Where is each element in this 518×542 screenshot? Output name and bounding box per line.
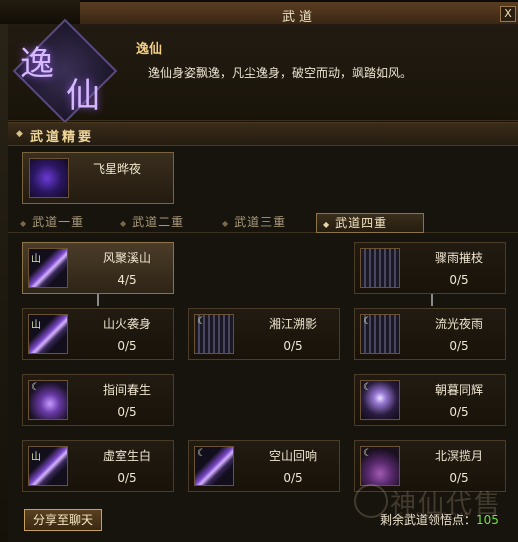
close-button[interactable]: X <box>500 6 516 22</box>
tier-tabs: ◆ 武道一重 ◆ 武道二重 ◆ 武道三重 ◆ 武道四重 <box>8 212 518 233</box>
diamond-icon: ◆ <box>16 129 23 139</box>
skill-tree: 山 风聚溪山 4/5 骤雨摧枝 0/5 山 山火袭身 0/5 ☾ 湘江溯影 0/… <box>8 234 518 504</box>
skill-node[interactable]: 山 山火袭身 0/5 <box>22 308 174 360</box>
section-header: ◆ 武道精要 <box>8 122 518 146</box>
tab-tier-4[interactable]: ◆ 武道四重 <box>316 213 424 233</box>
wave-icon: ☾ <box>194 314 234 354</box>
skill-header: 逸 仙 逸仙 逸仙身姿飘逸，凡尘逸身，破空而动，飒踏如风。 <box>8 18 518 124</box>
node-progress: 0/5 <box>449 273 469 287</box>
diamond-icon: ◆ <box>222 219 230 228</box>
skill-node[interactable]: ☾ 指间春生 0/5 <box>22 374 174 426</box>
node-progress: 0/5 <box>117 339 137 353</box>
node-name: 风聚溪山 <box>102 251 151 265</box>
section-title: 武道精要 <box>30 130 95 145</box>
tree-connector <box>431 292 433 306</box>
tree-connector <box>97 292 99 306</box>
tab-label: 武道一重 <box>32 215 85 229</box>
ninja-icon <box>29 158 69 198</box>
emblem-char-2: 仙 <box>66 76 100 116</box>
node-name: 北溟揽月 <box>434 449 483 463</box>
node-progress: 0/5 <box>283 471 303 485</box>
node-name: 空山回响 <box>268 449 317 463</box>
sword-icon: ☾ <box>194 446 234 486</box>
tab-tier-2[interactable]: ◆ 武道二重 <box>120 213 218 231</box>
featured-skill[interactable]: 飞星晔夜 <box>22 152 174 204</box>
points-label: 剩余武道领悟点： <box>380 513 477 527</box>
tab-label: 武道二重 <box>132 215 185 229</box>
sect-emblem: 逸 仙 <box>12 18 118 124</box>
skill-description: 逸仙身姿飘逸，凡尘逸身，破空而动，飒踏如风。 <box>148 66 413 80</box>
sword-icon: 山 <box>28 314 68 354</box>
moon-icon: ☾ <box>360 446 400 486</box>
emblem-char-1: 逸 <box>20 44 54 84</box>
diamond-icon: ◆ <box>20 219 28 228</box>
skill-node[interactable]: ☾ 湘江溯影 0/5 <box>188 308 340 360</box>
node-name: 虚室生白 <box>102 449 151 463</box>
tab-label: 武道三重 <box>234 215 287 229</box>
window-titlebar[interactable]: 武道 X <box>80 2 518 25</box>
tab-tier-1[interactable]: ◆ 武道一重 <box>20 213 118 231</box>
node-progress: 0/5 <box>117 405 137 419</box>
remaining-points: 剩余武道领悟点：105 <box>380 511 499 528</box>
node-name: 山火袭身 <box>102 317 151 331</box>
skill-node[interactable]: ☾ 空山回响 0/5 <box>188 440 340 492</box>
sword-icon: 山 <box>28 248 68 288</box>
node-progress: 0/5 <box>449 339 469 353</box>
featured-skill-name: 飞星晔夜 <box>93 162 142 176</box>
share-to-chat-button[interactable]: 分享至聊天 <box>24 509 102 531</box>
skill-node[interactable]: ☾ 朝暮同辉 0/5 <box>354 374 506 426</box>
node-name: 朝暮同辉 <box>434 383 483 397</box>
diamond-icon: ◆ <box>120 219 128 228</box>
window-left-frame <box>0 0 8 542</box>
window-title: 武道 <box>281 10 316 25</box>
skill-node[interactable]: 山 风聚溪山 4/5 <box>22 242 174 294</box>
node-progress: 0/5 <box>117 471 137 485</box>
skill-node[interactable]: 骤雨摧枝 0/5 <box>354 242 506 294</box>
node-name: 指间春生 <box>102 383 151 397</box>
node-name: 流光夜雨 <box>434 317 483 331</box>
tab-tier-3[interactable]: ◆ 武道三重 <box>222 213 320 231</box>
skill-name: 逸仙 <box>136 42 163 57</box>
node-progress: 4/5 <box>117 273 137 287</box>
skill-node[interactable]: ☾ 流光夜雨 0/5 <box>354 308 506 360</box>
sword-icon: 山 <box>28 446 68 486</box>
rain-icon: ☾ <box>360 314 400 354</box>
tab-label: 武道四重 <box>335 216 388 230</box>
points-value: 105 <box>476 513 499 527</box>
figure-icon: ☾ <box>360 380 400 420</box>
rain-icon <box>360 248 400 288</box>
node-progress: 0/5 <box>449 405 469 419</box>
node-name: 骤雨摧枝 <box>434 251 483 265</box>
node-name: 湘江溯影 <box>268 317 317 331</box>
orb-icon: ☾ <box>28 380 68 420</box>
wudao-panel: 逸 仙 逸仙 逸仙身姿飘逸，凡尘逸身，破空而动，飒踏如风。 ◆ 武道精要 飞星晔… <box>8 18 518 542</box>
title-ornament <box>0 0 80 24</box>
skill-node[interactable]: 山 虚室生白 0/5 <box>22 440 174 492</box>
diamond-icon: ◆ <box>323 220 331 229</box>
node-progress: 0/5 <box>283 339 303 353</box>
